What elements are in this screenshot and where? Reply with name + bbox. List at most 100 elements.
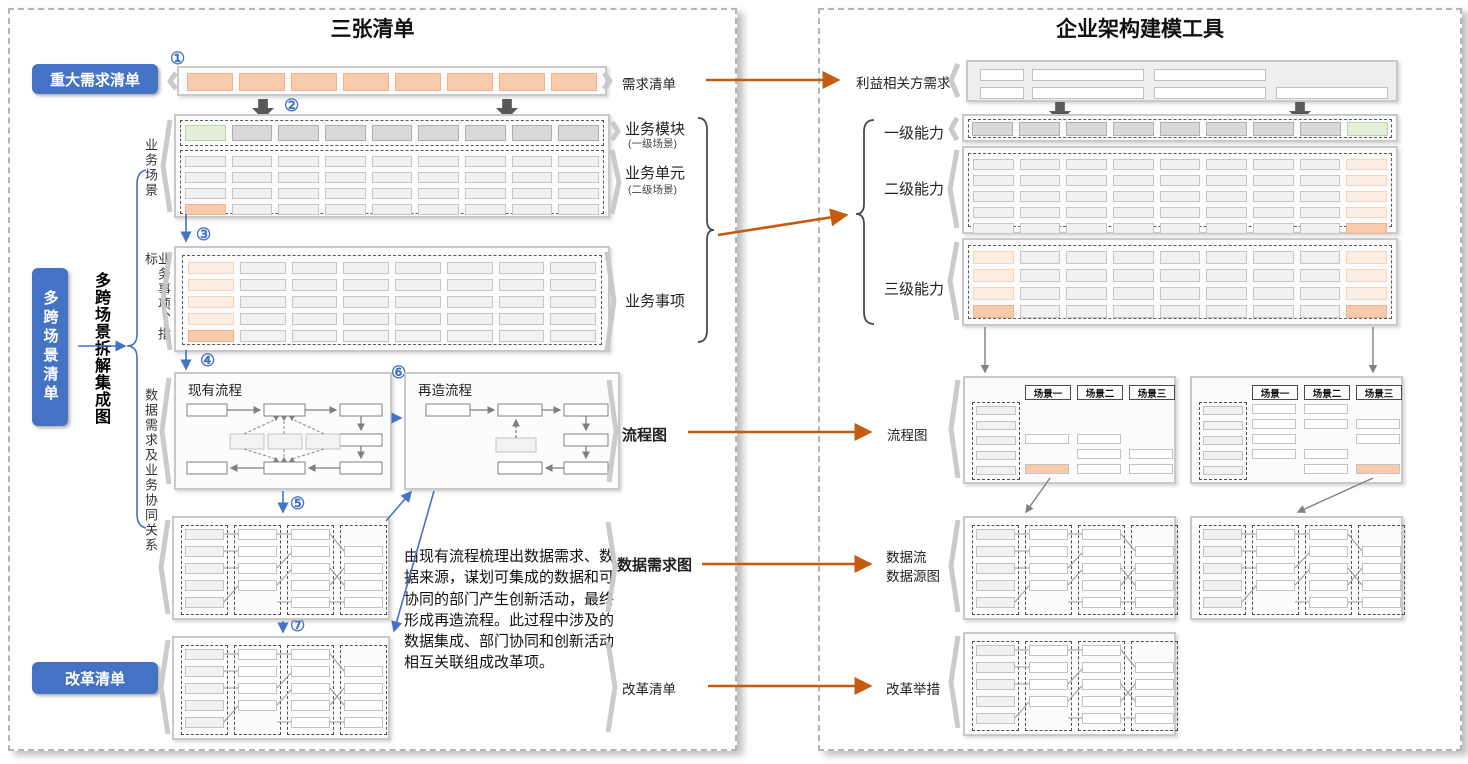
grid-cell: [1206, 159, 1247, 170]
grid-cell: [1346, 175, 1387, 186]
grid-cell: [1253, 305, 1294, 318]
reform-measures-diagram: [963, 632, 1176, 736]
grid-cell: [1066, 251, 1107, 264]
grid-cell: [1346, 287, 1387, 300]
grid-cell: [1203, 563, 1242, 574]
grid-cell: [973, 287, 1014, 300]
grid-cell: [1135, 580, 1174, 591]
grid-cell: [1066, 287, 1107, 300]
grid-cell: [418, 156, 459, 167]
grid-cell: [344, 683, 383, 694]
grid-cell: [1082, 662, 1121, 673]
step-3-marker: ③: [196, 226, 211, 243]
grid-cell: [976, 546, 1015, 557]
grid-cell: [447, 330, 493, 342]
data-requirement-diagram: [172, 516, 390, 620]
grid-cell: [343, 73, 389, 91]
grid-cell: [499, 330, 545, 342]
scenario-matrix-right: 场景一场景二场景三: [1190, 376, 1403, 484]
grid-cell: [1253, 287, 1294, 300]
reform-list-button[interactable]: 改革清单: [32, 662, 158, 694]
reform-list-diagram: [172, 636, 390, 740]
multi-scene-list-button[interactable]: 多跨场景清单: [32, 268, 68, 426]
grid-cell: [1129, 449, 1173, 459]
reform-list-label: 改革清单: [622, 678, 676, 698]
grid-cell: [1203, 451, 1243, 460]
grid-cell: [1309, 529, 1348, 540]
reform-measures-label: 改革举措: [886, 678, 940, 698]
grid-cell: [1066, 223, 1107, 234]
grid-cell: [465, 172, 506, 183]
grid-cell: [1252, 404, 1296, 414]
grid-cell: [558, 156, 599, 167]
field-box: [1276, 87, 1388, 99]
business-module-unit-table: [174, 114, 610, 218]
grid-cell: [292, 262, 338, 274]
grid-cell: [1300, 287, 1341, 300]
grid-cell: [395, 313, 441, 325]
grid-cell: [238, 580, 277, 591]
flowchart-graphic: [176, 374, 390, 488]
grid-cell: [1135, 696, 1174, 707]
grid-cell: [1160, 191, 1201, 202]
step-2-marker: ②: [284, 97, 299, 114]
grid-cell: [395, 262, 441, 274]
scenario-matrix-left: 场景一场景二场景三: [963, 376, 1176, 484]
grid-cell: [973, 159, 1014, 170]
dataflow-diagram-right: [1190, 516, 1403, 620]
grid-cell: [976, 451, 1016, 460]
grid-cell: [1129, 464, 1173, 474]
grid-cell: [395, 279, 441, 291]
grid-cell: [447, 279, 493, 291]
grid-cell: [447, 296, 493, 308]
grid-cell: [973, 207, 1014, 218]
grid-cell: [240, 330, 286, 342]
grid-cell: [395, 330, 441, 342]
grid-cell: [976, 713, 1015, 724]
grid-cell: [550, 313, 596, 325]
grid-cell: [1356, 464, 1400, 474]
grid-cell: [1029, 546, 1068, 557]
grid-cell: [499, 73, 545, 91]
grid-cell: [1029, 580, 1068, 591]
grid-cell: [1203, 421, 1243, 430]
grid-cell: [1252, 434, 1296, 444]
grid-cell: [1253, 122, 1294, 136]
grid-cell: [344, 717, 383, 728]
grid-cell: [185, 580, 224, 591]
grid-cell: [372, 156, 413, 167]
right-panel-title: 企业架构建模工具: [818, 13, 1462, 43]
grid-cell: [1253, 207, 1294, 218]
grid-cell: [1082, 645, 1121, 656]
major-demand-list-button[interactable]: 重大需求清单: [32, 64, 158, 94]
grid-cell: [278, 172, 319, 183]
grid-cell: [558, 204, 599, 215]
grid-cell: [976, 436, 1016, 445]
grid-cell: [395, 296, 441, 308]
grid-cell: [278, 125, 319, 141]
flowchart-graphic: [406, 374, 618, 488]
grid-cell: [1029, 662, 1068, 673]
grid-cell: [512, 188, 553, 199]
grid-cell: [344, 597, 383, 608]
grid-cell: [1020, 207, 1061, 218]
grid-cell: [291, 666, 330, 677]
grid-cell: [1206, 175, 1247, 186]
grid-cell: [185, 717, 224, 728]
section-label-business-matter: 业务事项、指标: [144, 252, 170, 352]
grid-cell: [1020, 223, 1061, 234]
field-box: [1154, 69, 1266, 81]
grid-cell: [1300, 269, 1341, 282]
grid-cell: [1082, 580, 1121, 591]
grid-cell: [1304, 464, 1348, 474]
grid-cell: [976, 580, 1015, 591]
grid-cell: [1252, 449, 1296, 459]
grid-cell: [1346, 159, 1387, 170]
business-module-sublabel: (一级场景): [628, 136, 677, 151]
diagram-canvas: 三张清单 重大需求清单 多跨场景清单 改革清单 多跨场景拆解集成图 业务场景 业…: [0, 0, 1468, 764]
grid-cell: [1346, 223, 1387, 234]
grid-cell: [1203, 529, 1242, 540]
grid-cell: [418, 125, 459, 141]
grid-cell: [185, 172, 226, 183]
flow-diagram-label: 流程图: [622, 424, 667, 445]
